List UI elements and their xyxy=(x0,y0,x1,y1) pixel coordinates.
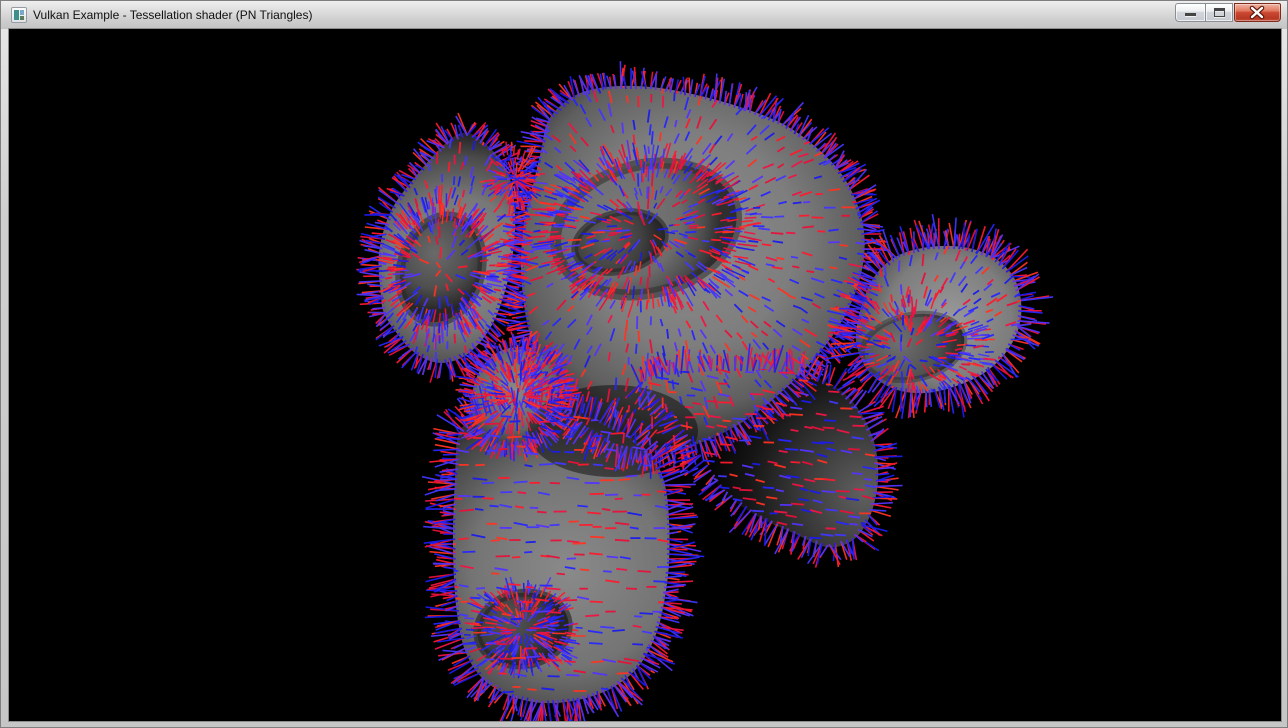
close-button[interactable] xyxy=(1234,3,1281,22)
close-icon xyxy=(1235,4,1280,21)
app-icon-block xyxy=(20,16,24,20)
titlebar[interactable]: Vulkan Example - Tessellation shader (PN… xyxy=(1,1,1287,29)
vulkan-3d-viewport[interactable] xyxy=(9,29,1281,721)
app-icon-block xyxy=(14,10,19,20)
app-icon-block xyxy=(20,10,24,15)
minimize-button[interactable] xyxy=(1175,3,1205,22)
render-client-area xyxy=(9,29,1281,721)
app-window: Vulkan Example - Tessellation shader (PN… xyxy=(0,0,1288,728)
window-title: Vulkan Example - Tessellation shader (PN… xyxy=(33,8,312,22)
app-icon[interactable] xyxy=(11,7,27,23)
minimize-icon xyxy=(1185,13,1196,16)
caption-buttons xyxy=(1175,3,1281,22)
maximize-icon xyxy=(1214,8,1225,17)
maximize-button[interactable] xyxy=(1205,3,1233,22)
